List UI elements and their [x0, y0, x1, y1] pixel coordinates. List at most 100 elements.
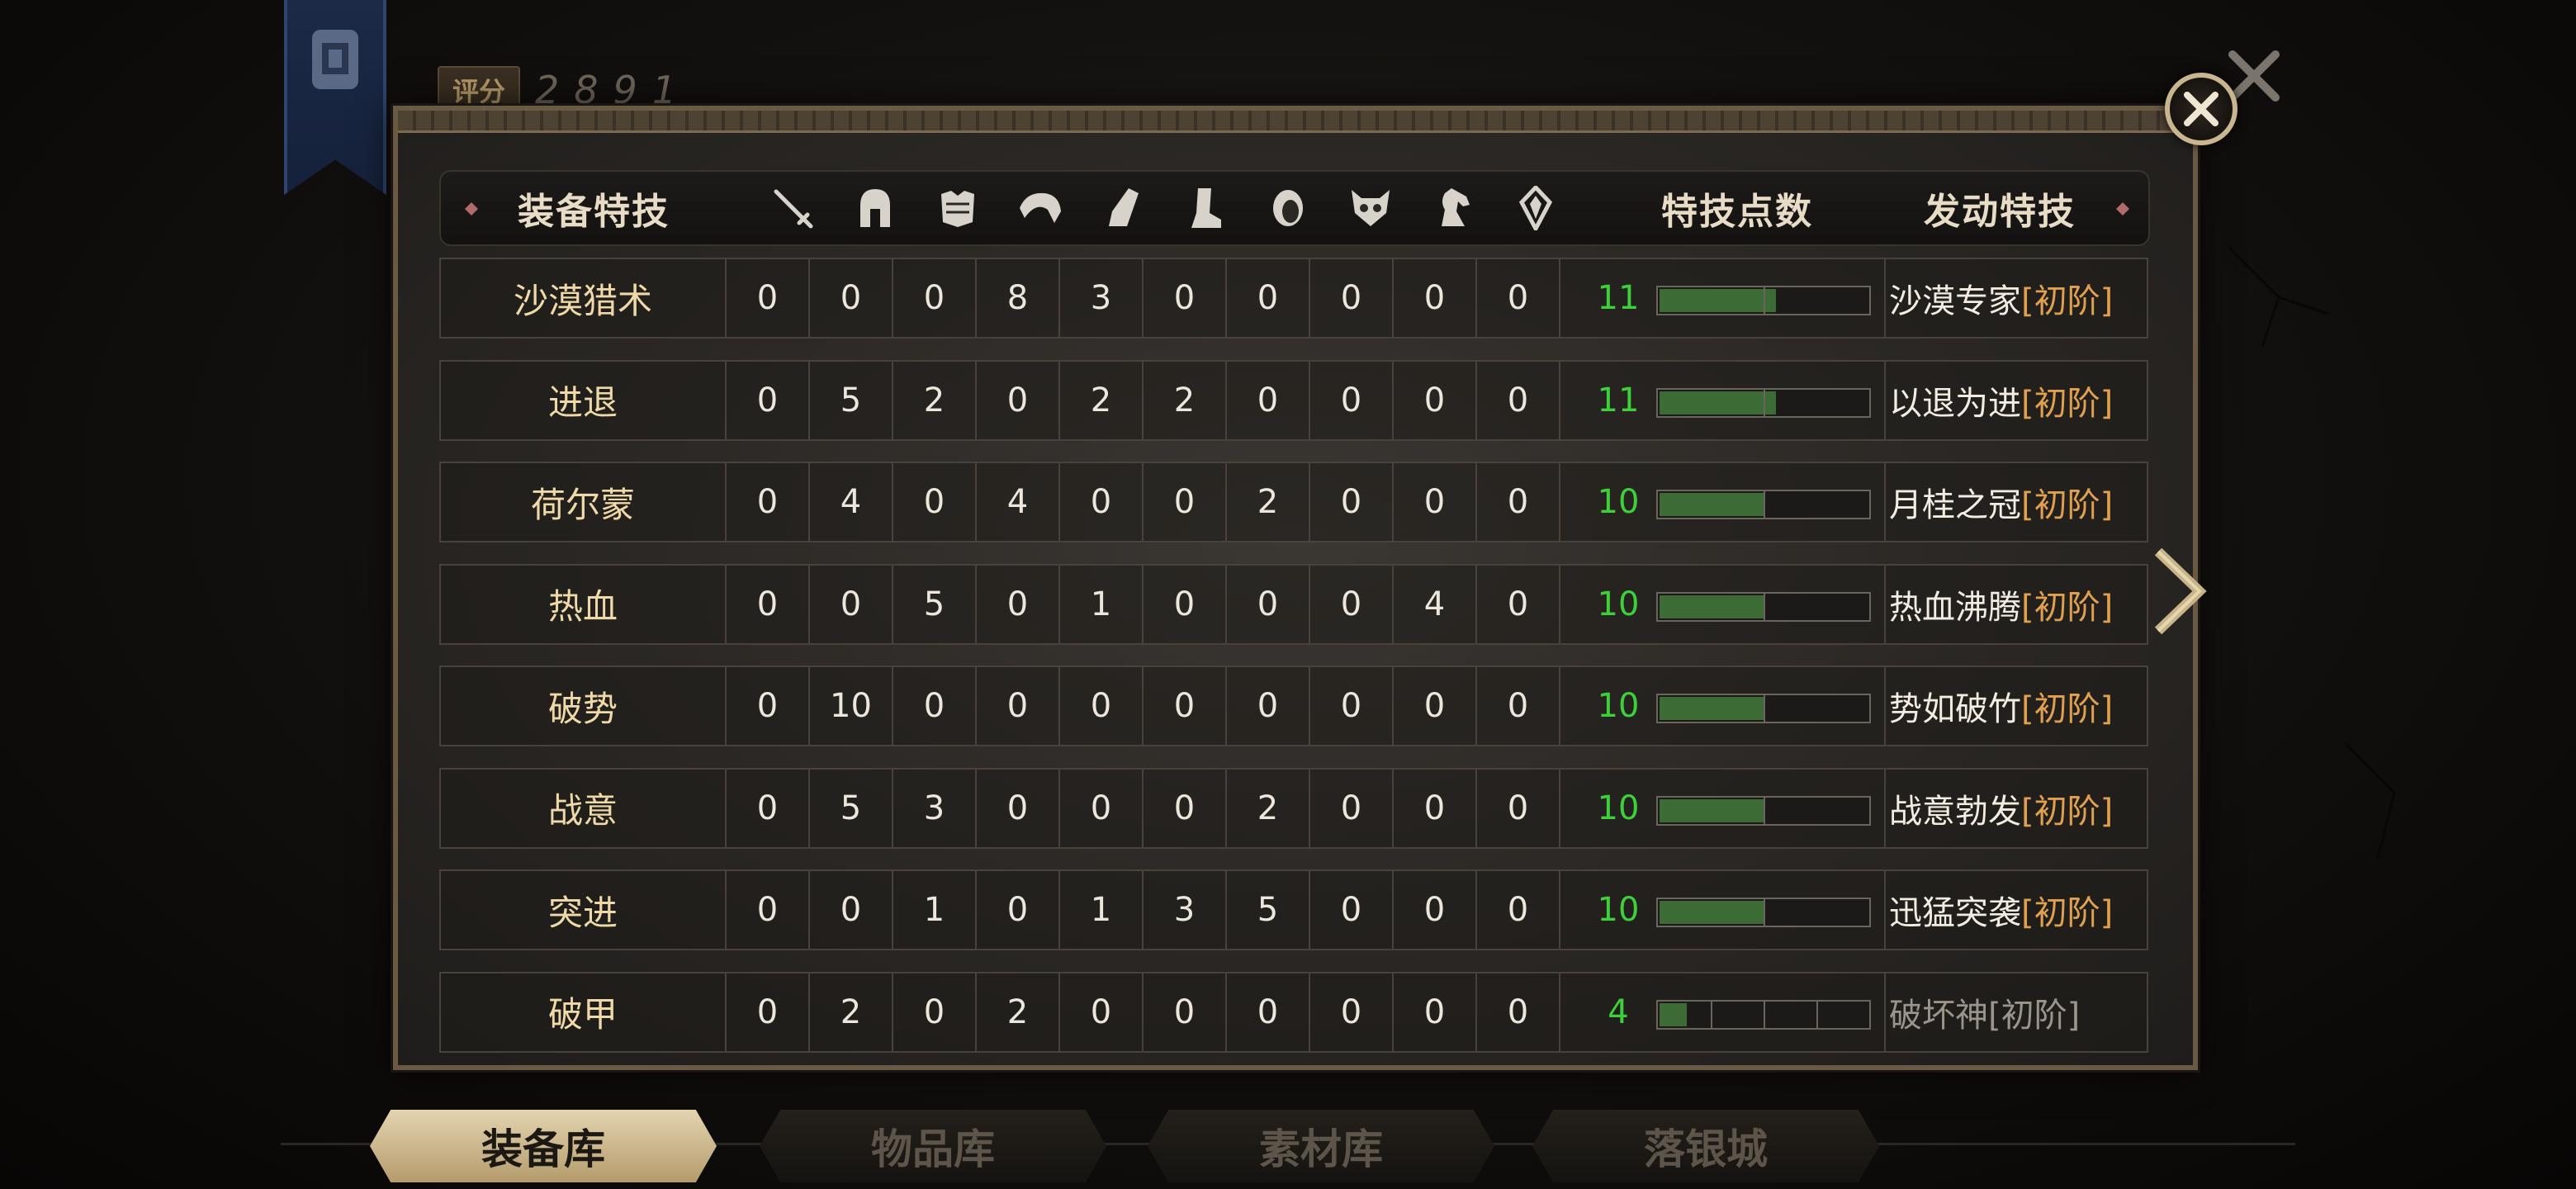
slot-value: 5	[1257, 891, 1279, 929]
slot-value: 2	[1173, 381, 1196, 419]
slot-value: 1	[1090, 585, 1112, 623]
slot-value-sword: 0	[727, 565, 810, 643]
table-header: 装备特技 特技点数 发动特技	[439, 170, 2150, 246]
slot-value: 0	[1340, 789, 1362, 827]
activated-skill-name: 战意勃发	[1889, 792, 2021, 831]
slot-value-shoulder: 4	[977, 463, 1060, 541]
slot-value: 0	[756, 789, 779, 827]
table-row[interactable]: 破势 0 10 0 0 0 0 0 0 0 0 10 势如破竹 [初阶]	[439, 666, 2148, 746]
next-page-arrow-icon[interactable]	[2153, 548, 2208, 634]
slot-value: 2	[923, 381, 945, 419]
slot-value-helmet: 5	[810, 769, 893, 847]
tab-3[interactable]: 落银城	[1532, 1110, 1879, 1182]
slot-value: 0	[1173, 687, 1196, 725]
activated-skill: 以退为进 [初阶]	[1889, 362, 2113, 439]
mask-icon	[1352, 190, 1390, 226]
points-progress-bar	[1656, 286, 1871, 315]
slot-value: 0	[1173, 585, 1196, 623]
slot-value-chest: 2	[893, 361, 977, 439]
slot-value-chest: 5	[893, 565, 977, 643]
slot-value: 0	[1173, 992, 1196, 1031]
table-row[interactable]: 荷尔蒙 0 4 0 4 0 0 2 0 0 0 10 月桂之冠 [初阶]	[439, 462, 2148, 542]
slot-value-sword: 0	[727, 463, 810, 541]
tab-0[interactable]: 装备库	[370, 1110, 717, 1182]
progress-divider	[1764, 593, 1765, 620]
activated-skill: 战意勃发 [初阶]	[1889, 770, 2113, 847]
slot-value-horse: 0	[1394, 463, 1477, 541]
slot-value: 0	[756, 891, 779, 929]
header-slot-horse[interactable]	[1412, 172, 1494, 244]
header-activated[interactable]: 发动特技	[1924, 182, 2076, 234]
skill-name: 破势	[547, 688, 618, 729]
slot-value: 0	[1423, 789, 1446, 827]
tab-1[interactable]: 物品库	[760, 1110, 1106, 1182]
slot-value: 0	[1340, 381, 1362, 419]
header-slot-shoulder[interactable]	[999, 172, 1082, 244]
progress-fill	[1660, 798, 1765, 822]
slot-value-helmet: 0	[810, 259, 893, 337]
activated-skill: 迅猛突袭 [初阶]	[1889, 871, 2113, 949]
skill-name-cell: 破势	[441, 667, 727, 745]
progress-fill	[1660, 697, 1765, 720]
slot-value-gauntlet: 3	[1060, 259, 1144, 337]
header-slot-boots[interactable]	[1164, 172, 1247, 244]
slot-value: 4	[1006, 483, 1029, 521]
table-row[interactable]: 热血 0 0 5 0 1 0 0 0 4 0 10 热血沸腾 [初阶]	[439, 563, 2148, 645]
header-skill[interactable]: 装备特技	[518, 182, 670, 234]
slot-value: 0	[1340, 585, 1362, 623]
slot-value: 0	[840, 891, 862, 929]
header-slot-gem[interactable]	[1494, 172, 1577, 244]
header-points[interactable]: 特技点数	[1661, 182, 1813, 234]
header-slot-gauntlet[interactable]	[1082, 172, 1164, 244]
gauntlet-icon	[1109, 188, 1139, 226]
slot-value-gauntlet: 1	[1060, 565, 1144, 643]
tab-2[interactable]: 素材库	[1148, 1110, 1494, 1182]
sword-icon	[774, 189, 813, 229]
activated-skill-tier: [初阶]	[2021, 792, 2114, 831]
activated-skill-name: 破坏神	[1889, 996, 1988, 1035]
table-row[interactable]: 战意 0 5 3 0 0 0 2 0 0 0 10 战意勃发 [初阶]	[439, 767, 2148, 849]
progress-fill	[1660, 391, 1776, 414]
slot-value: 0	[756, 585, 779, 623]
activated-skill: 破坏神 [初阶]	[1889, 973, 2080, 1051]
slot-value-horse: 4	[1394, 565, 1477, 643]
slot-value: 0	[1507, 992, 1529, 1031]
activated-skill-name: 势如破竹	[1889, 690, 2021, 728]
progress-divider	[1764, 287, 1765, 314]
skill-name-cell: 突进	[441, 871, 727, 949]
skill-name-cell: 荷尔蒙	[441, 463, 727, 541]
points-progress-bar	[1656, 795, 1871, 826]
slot-value: 0	[1173, 789, 1196, 827]
slot-value: 0	[1340, 483, 1362, 521]
slot-value: 0	[1006, 687, 1029, 725]
table-row[interactable]: 突进 0 0 1 0 1 3 5 0 0 0 10 迅猛突袭 [初阶]	[439, 869, 2148, 950]
progress-divider	[1764, 389, 1765, 416]
panel-top-border	[398, 111, 2193, 133]
slot-value-gauntlet: 0	[1060, 667, 1144, 745]
table-row[interactable]: 沙漠猎术 0 0 0 8 3 0 0 0 0 0 11 沙漠专家 [初阶]	[439, 258, 2148, 339]
header-slot-chest[interactable]	[916, 172, 999, 244]
slot-value: 0	[1257, 279, 1279, 317]
table-row[interactable]: 破甲 0 2 0 2 0 0 0 0 0 0 4 破坏神 [初阶]	[439, 971, 2148, 1053]
header-slot-sword[interactable]	[751, 172, 834, 244]
slot-value: 4	[840, 483, 862, 521]
slot-value-mask: 0	[1310, 769, 1394, 847]
slot-value: 0	[1507, 279, 1529, 317]
slot-value-shoulder: 0	[977, 565, 1060, 643]
slot-value: 3	[923, 789, 945, 827]
header-slot-ring[interactable]	[1247, 172, 1329, 244]
activated-skill: 热血沸腾 [初阶]	[1889, 566, 2113, 643]
ring-icon	[1273, 190, 1303, 226]
activated-skill-name: 月桂之冠	[1889, 486, 2021, 524]
slot-value-ring: 2	[1227, 769, 1310, 847]
close-button[interactable]	[2165, 73, 2237, 145]
progress-divider	[1816, 1001, 1818, 1028]
sort-right-icon[interactable]	[2115, 201, 2130, 216]
header-slot-mask[interactable]	[1329, 172, 1412, 244]
skill-name: 战意	[547, 790, 618, 831]
header-slot-helmet[interactable]	[834, 172, 916, 244]
table-row[interactable]: 进退 0 5 2 0 2 2 0 0 0 0 11 以退为进 [初阶]	[439, 359, 2148, 441]
slot-value: 5	[840, 381, 862, 419]
slot-value-mask: 0	[1310, 973, 1394, 1051]
slot-value: 5	[923, 585, 945, 623]
